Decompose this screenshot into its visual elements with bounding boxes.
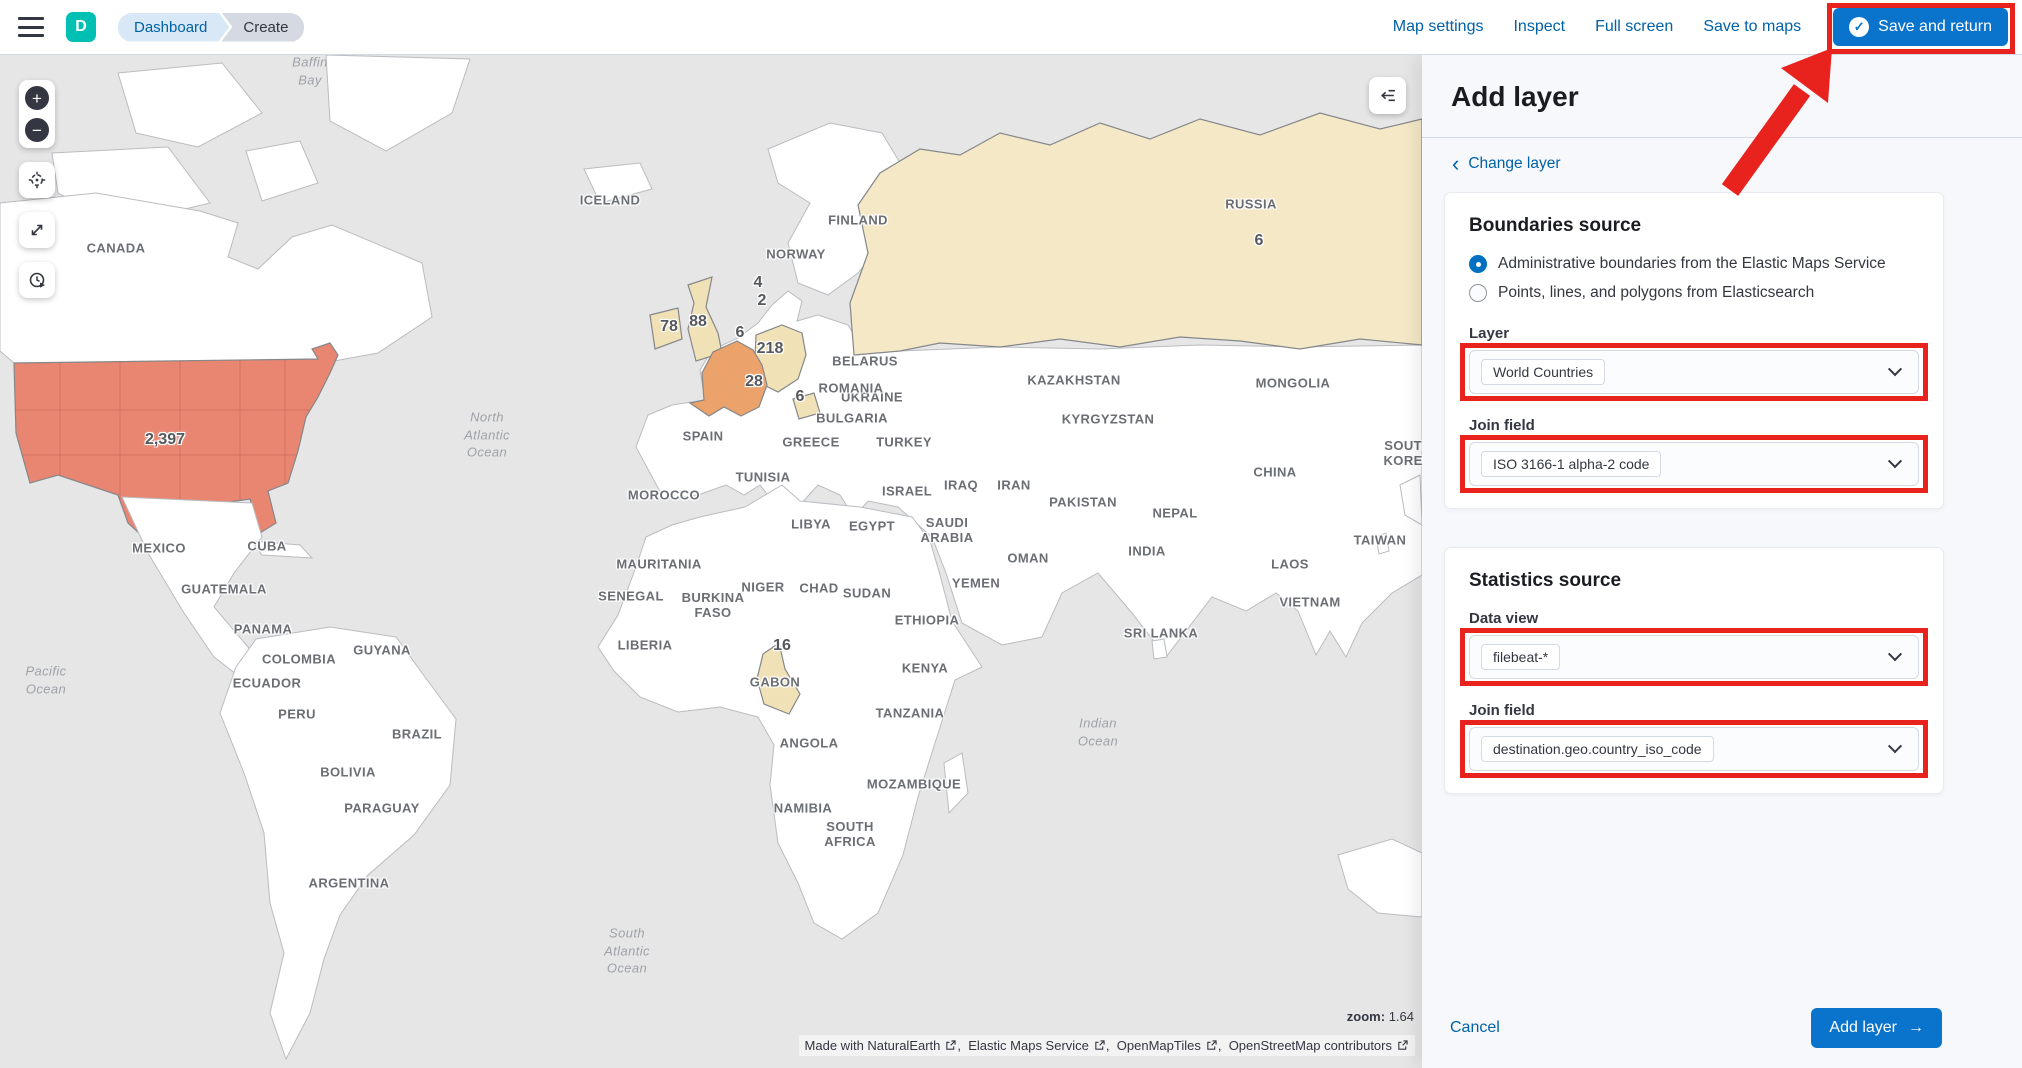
country-shape-ireland: [650, 308, 682, 349]
expand-icon: [28, 221, 46, 239]
boundaries-source-card: Boundaries source Administrative boundar…: [1444, 192, 1944, 509]
fit-to-bounds-button[interactable]: [19, 212, 55, 248]
country-shape-arctic-island: [118, 63, 262, 147]
radio-elasticsearch-shapes[interactable]: Points, lines, and polygons from Elastic…: [1469, 284, 1919, 302]
country-shape-russia: [850, 113, 1422, 355]
top-header: D Dashboard Create Map settings Inspect …: [0, 0, 2022, 55]
cancel-button[interactable]: Cancel: [1450, 1019, 1500, 1037]
statistics-source-heading: Statistics source: [1469, 570, 1919, 592]
external-link-icon: [1397, 1040, 1408, 1051]
divider: [1422, 137, 2022, 138]
save-and-return-button[interactable]: ✓ Save and return: [1833, 8, 2008, 46]
map-attribution: Made with NaturalEarth, Elastic Maps Ser…: [799, 1035, 1415, 1056]
menu-icon[interactable]: [18, 17, 44, 37]
external-link-icon: [1206, 1040, 1217, 1051]
zoom-in-button[interactable]: +: [25, 86, 49, 110]
zoom-indicator: zoom: 1.64: [799, 1009, 1414, 1024]
country-shape-canada: [0, 193, 432, 363]
statistics-join-field-label: Join field: [1469, 702, 1919, 719]
world-map-svg: [0, 55, 1422, 1068]
data-view-select[interactable]: filebeat-*: [1469, 635, 1919, 679]
radio-ems-boundaries[interactable]: Administrative boundaries from the Elast…: [1469, 255, 1919, 273]
radio-ems-label: Administrative boundaries from the Elast…: [1498, 255, 1886, 273]
set-view-location-button[interactable]: [19, 162, 55, 198]
layer-field-label: Layer: [1469, 325, 1919, 342]
save-and-return-label: Save and return: [1878, 18, 1992, 36]
chevron-down-icon: [1888, 362, 1902, 376]
clock-play-icon: [28, 271, 47, 290]
arrow-right-icon: →: [1908, 1019, 1924, 1037]
map-controls: + −: [19, 80, 55, 298]
attribution-elastic-maps[interactable]: Elastic Maps Service: [968, 1038, 1089, 1053]
zoom-indicator-value: 1.64: [1389, 1009, 1414, 1024]
country-shape-cuba: [252, 541, 312, 558]
zoom-control-group: + −: [19, 80, 55, 148]
external-link-icon: [945, 1040, 956, 1051]
country-shape-arctic-island: [246, 141, 318, 201]
inspect-link[interactable]: Inspect: [1513, 18, 1565, 36]
full-screen-link[interactable]: Full screen: [1595, 18, 1673, 36]
add-layer-button[interactable]: Add layer →: [1811, 1008, 1942, 1048]
space-badge[interactable]: D: [66, 12, 96, 42]
country-shape-united-kingdom: [688, 277, 722, 361]
external-link-icon: [1094, 1040, 1105, 1051]
collapse-legend-button[interactable]: [1369, 77, 1406, 114]
change-layer-link[interactable]: ‹ Change layer: [1452, 155, 1944, 173]
statistics-join-field-select[interactable]: destination.geo.country_iso_code: [1469, 727, 1919, 771]
country-shape-sri-lanka: [1152, 639, 1167, 659]
boundaries-join-field-value: ISO 3166-1 alpha-2 code: [1481, 451, 1661, 477]
country-shape-greenland: [326, 55, 470, 151]
data-view-field-label: Data view: [1469, 610, 1919, 627]
country-shape-australia: [1338, 839, 1422, 917]
add-layer-flyout: Add layer ‹ Change layer Boundaries sour…: [1422, 55, 2022, 1068]
layer-selected-value: World Countries: [1481, 359, 1605, 385]
boundaries-join-field-label: Join field: [1469, 417, 1919, 434]
check-icon: ✓: [1849, 17, 1869, 37]
radio-es-label: Points, lines, and polygons from Elastic…: [1498, 284, 1814, 302]
timeslider-button[interactable]: [19, 262, 55, 298]
data-view-selected-value: filebeat-*: [1481, 644, 1560, 670]
layer-select[interactable]: World Countries: [1469, 350, 1919, 394]
chevron-left-icon: ‹: [1452, 157, 1459, 171]
attribution-naturalearth[interactable]: Made with NaturalEarth: [805, 1038, 941, 1053]
change-layer-label: Change layer: [1468, 155, 1560, 173]
chevron-down-icon: [1888, 647, 1902, 661]
breadcrumb-dashboard[interactable]: Dashboard: [118, 13, 229, 42]
attribution-openmaptiles[interactable]: OpenMapTiles: [1117, 1038, 1201, 1053]
statistics-source-card: Statistics source Data view filebeat-* J…: [1444, 547, 1944, 794]
radio-selected-icon: [1469, 255, 1487, 273]
chevron-down-icon: [1888, 454, 1902, 468]
menu-left-icon: [1379, 87, 1396, 104]
country-shape-madagascar: [944, 753, 968, 813]
radio-unselected-icon: [1469, 284, 1487, 302]
country-shape-iceland: [584, 163, 652, 203]
continent-shape-south-america: [220, 627, 456, 1059]
zoom-out-button[interactable]: −: [25, 118, 49, 142]
map-footer: zoom: 1.64 Made with NaturalEarth, Elast…: [799, 1009, 1415, 1056]
flyout-footer: Cancel Add layer →: [1422, 1008, 2022, 1068]
boundaries-source-heading: Boundaries source: [1469, 215, 1919, 237]
map-canvas[interactable]: CANADAICELANDNORWAYFINLANDRUSSIABELARUSU…: [0, 55, 1422, 1068]
save-to-maps-link[interactable]: Save to maps: [1703, 18, 1801, 36]
chevron-down-icon: [1888, 739, 1902, 753]
statistics-join-field-value: destination.geo.country_iso_code: [1481, 736, 1714, 762]
breadcrumb: Dashboard Create: [118, 13, 304, 42]
map-settings-link[interactable]: Map settings: [1393, 18, 1484, 36]
boundaries-join-field-select[interactable]: ISO 3166-1 alpha-2 code: [1469, 442, 1919, 486]
crosshair-icon: [28, 171, 46, 189]
page-title: Add layer: [1422, 55, 2022, 137]
zoom-indicator-label: zoom:: [1347, 1009, 1385, 1024]
breadcrumb-create: Create: [221, 13, 304, 42]
attribution-openstreetmap[interactable]: OpenStreetMap contributors: [1229, 1038, 1392, 1053]
add-layer-label: Add layer: [1829, 1019, 1897, 1037]
